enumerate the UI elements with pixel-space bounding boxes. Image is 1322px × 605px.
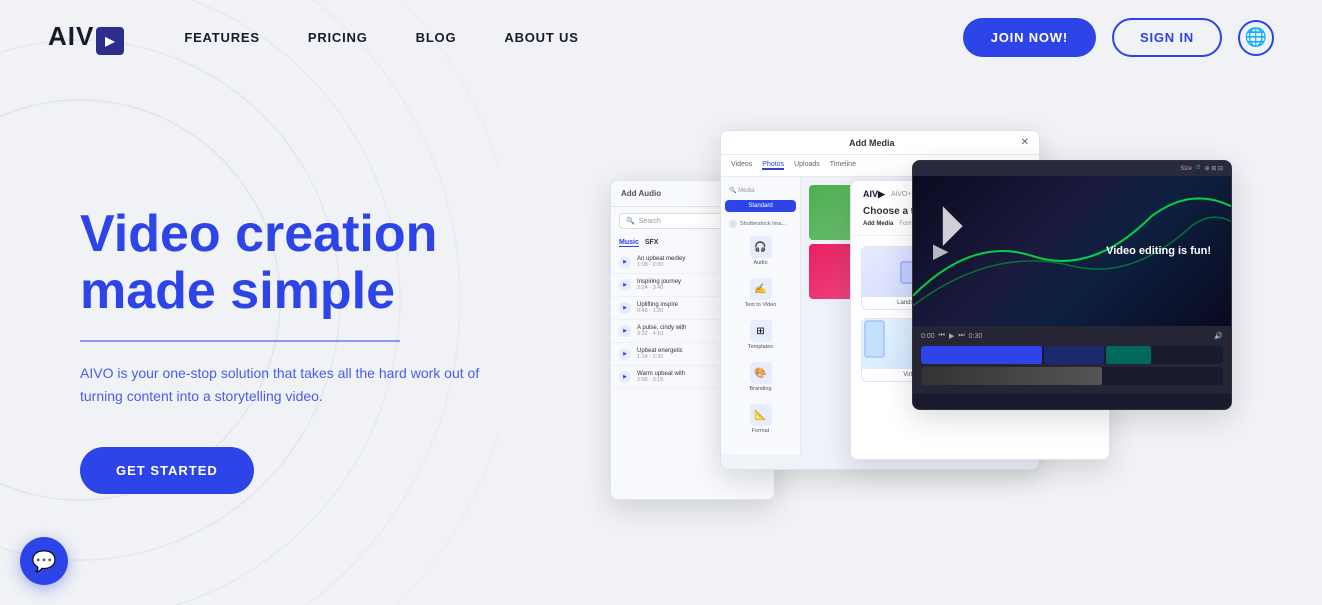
timeline-controls: 0:00 ⏮ ▶ ⏭ 0:30 🔊 [921, 332, 1223, 340]
timeline-track-video [921, 346, 1223, 364]
sidebar-audio[interactable]: 🎧 Audio [725, 230, 796, 272]
timeline-segment-accent [1106, 346, 1151, 364]
nav-links: FEATURES PRICING BLOG ABOUT US [184, 30, 962, 45]
sidebar-format[interactable]: 📐 Format [725, 398, 796, 440]
media-search: 🔍 Media [725, 185, 796, 196]
logo-icon [96, 27, 124, 55]
hero-left: Video creation made simple AIVO is your … [80, 206, 600, 494]
nav-blog[interactable]: BLOG [416, 30, 457, 45]
timeline-time-start: 0:00 [921, 333, 935, 340]
sidebar-templates[interactable]: ⊞ Templates [725, 314, 796, 356]
timeline-play-icon[interactable]: ▶ [949, 332, 954, 340]
main-editor-title: Add Media [731, 138, 1013, 148]
get-started-button[interactable]: GET STARTED [80, 447, 254, 494]
template-logo-text: AIV▶ [863, 189, 885, 200]
hero-title-line1: Video creation [80, 205, 437, 263]
hero-divider [80, 340, 400, 342]
video-play-arrow: ▶ [933, 239, 948, 264]
ve-header-controls: ⊕ ⊞ ⊟ [1205, 165, 1223, 172]
branding-icon: 🎨 [750, 362, 772, 384]
tab-videos[interactable]: Videos [731, 161, 752, 170]
template-logo-subtitle: AiVO+ [891, 191, 911, 198]
shutterstock-label: Shutterstock Ima... [725, 218, 796, 230]
chat-icon: 💬 [32, 549, 57, 574]
play-icon-6: ▶ [619, 371, 631, 383]
logo-text: AIV [48, 21, 124, 55]
timeline-segment-secondary [1044, 346, 1104, 364]
audio-search-label: Search [639, 218, 661, 225]
video-title-text: Video editing is fun! [1106, 245, 1211, 257]
timer-icon: ⏱ [1196, 165, 1201, 172]
audio-tab-music[interactable]: Music [619, 239, 639, 247]
play-icon-5: ▶ [619, 348, 631, 360]
main-editor-sidebar: 🔍 Media Standard Shutterstock Ima... 🎧 A… [721, 177, 801, 455]
templates-label: Templates [748, 344, 773, 350]
shutterstock-icon [729, 220, 737, 228]
nav-about[interactable]: ABOUT US [504, 30, 578, 45]
branding-label: Branding [749, 386, 771, 392]
audio-label: Audio [753, 260, 767, 266]
logo[interactable]: AIV [48, 21, 124, 55]
join-now-button[interactable]: JOIN NOW! [963, 18, 1096, 57]
timeline-fast-forward-icon[interactable]: ⏭ [958, 332, 964, 340]
hero-screenshots: Add Audio 🔍 Search Music SFX ▶ An upbeat… [600, 100, 1242, 600]
template-add-media-tab[interactable]: Add Media [863, 221, 893, 227]
sign-in-button[interactable]: SIGN IN [1112, 18, 1222, 57]
hero-subtitle: AIVO is your one-stop solution that take… [80, 362, 500, 407]
timeline-track-media [921, 367, 1223, 385]
audio-icon: 🎧 [750, 236, 772, 258]
timeline-segment-main [921, 346, 1042, 364]
play-icon-2: ▶ [619, 279, 631, 291]
video-editor-screen: Video editing is fun! ▶ [913, 176, 1231, 326]
tab-uploads[interactable]: Uploads [794, 161, 820, 170]
standard-filter[interactable]: Standard [725, 200, 796, 212]
video-editor-screenshot: Size ⏱ ⊕ ⊞ ⊟ Video editing is fun! ▶ [912, 160, 1232, 410]
hero-title: Video creation made simple [80, 206, 600, 320]
text-to-video-label: Text to Video [745, 302, 777, 308]
templates-icon: ⊞ [750, 320, 772, 342]
timeline-vol-icon[interactable]: 🔊 [1214, 332, 1223, 340]
tab-photos[interactable]: Photos [762, 161, 784, 170]
search-icon: 🔍 [626, 217, 635, 225]
tab-timeline[interactable]: Timeline [830, 161, 856, 170]
video-timeline: 0:00 ⏮ ▶ ⏭ 0:30 🔊 [913, 326, 1231, 394]
sidebar-text-to-video[interactable]: ✍️ Text to Video [725, 272, 796, 314]
text-to-video-icon: ✍️ [750, 278, 772, 300]
timeline-time-end: 0:30 [969, 333, 983, 340]
logo-letters: AIV [48, 21, 94, 51]
chat-button[interactable]: 💬 [20, 537, 68, 585]
main-editor-header: Add Media ✕ [721, 131, 1039, 155]
audio-tab-sfx[interactable]: SFX [645, 239, 659, 247]
nav-pricing[interactable]: PRICING [308, 30, 368, 45]
timeline-segment-image [921, 367, 1102, 385]
play-icon-3: ▶ [619, 302, 631, 314]
play-icon-1: ▶ [619, 256, 631, 268]
size-label: Size [1180, 166, 1192, 172]
navbar: AIV FEATURES PRICING BLOG ABOUT US JOIN … [0, 0, 1322, 75]
format-label: Format [752, 428, 769, 434]
nav-actions: JOIN NOW! SIGN IN 🌐 [963, 18, 1274, 57]
timeline-rewind-icon[interactable]: ⏮ [939, 332, 945, 340]
play-icon-4: ▶ [619, 325, 631, 337]
video-editor-header: Size ⏱ ⊕ ⊞ ⊟ [913, 161, 1231, 176]
language-selector[interactable]: 🌐 [1238, 20, 1274, 56]
format-icon: 📐 [750, 404, 772, 426]
sidebar-branding[interactable]: 🎨 Branding [725, 356, 796, 398]
hero-section: Video creation made simple AIVO is your … [0, 75, 1322, 605]
hero-title-line2: made simple [80, 262, 395, 320]
nav-features[interactable]: FEATURES [184, 30, 260, 45]
close-icon[interactable]: ✕ [1021, 137, 1029, 148]
